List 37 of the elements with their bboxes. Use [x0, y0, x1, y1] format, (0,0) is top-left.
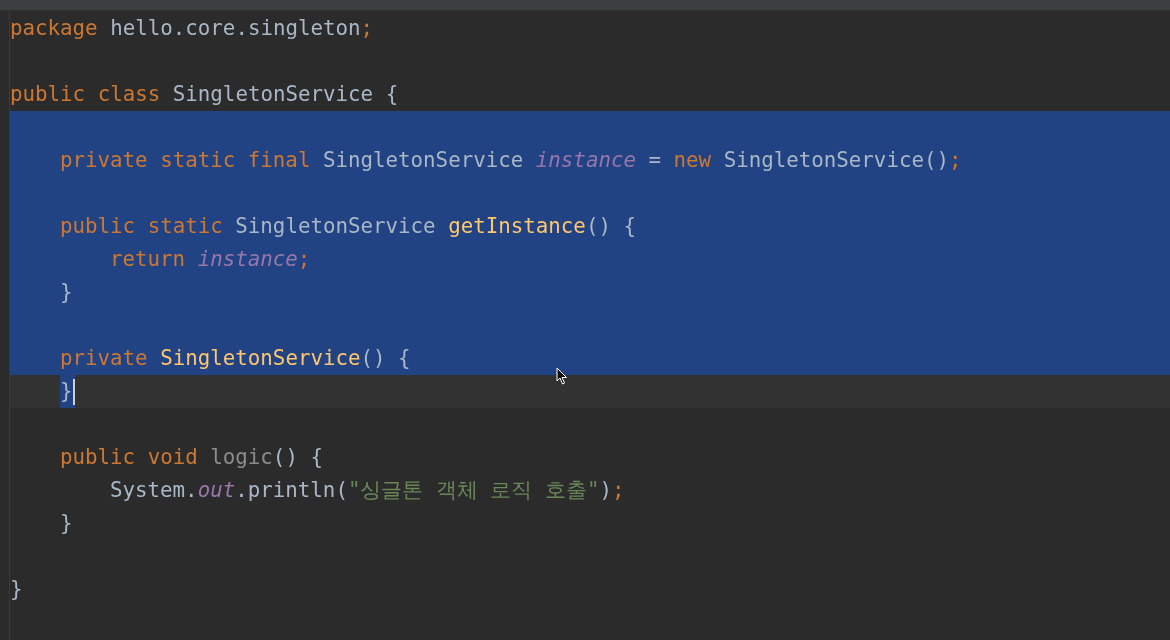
code-token: return — [110, 246, 187, 273]
code-token: } — [10, 576, 23, 603]
code-token: ; — [360, 15, 374, 42]
code-token: } — [60, 510, 73, 537]
code-token: instance — [197, 246, 298, 273]
mouse-pointer-icon — [556, 367, 568, 385]
code-token: } — [60, 279, 73, 306]
code-token: public class — [10, 81, 162, 108]
code-token: logic — [210, 444, 273, 471]
code-token: SingletonService { — [172, 81, 399, 108]
code-token: public static — [60, 213, 224, 240]
code-token: "싱글톤 객체 로직 호출" — [347, 477, 600, 504]
code-token: getInstance — [448, 213, 586, 240]
code-token: public void — [60, 444, 199, 471]
code-token: ) — [599, 477, 613, 504]
text-cursor — [72, 379, 75, 405]
code-token: new — [673, 147, 713, 174]
code-token: () { — [585, 213, 636, 240]
code-token: instance — [535, 147, 636, 174]
code-token: hello.core.singleton — [110, 15, 361, 42]
code-token: = — [647, 147, 662, 174]
code-token: SingletonService — [322, 147, 525, 174]
code-token: SingletonService — [235, 213, 437, 240]
code-token: ; — [949, 147, 962, 174]
code-token: out — [197, 477, 236, 504]
code-token: ; — [297, 246, 311, 273]
code-token: private — [60, 345, 149, 372]
code-token: .println( — [235, 477, 348, 504]
code-token: SingletonService() — [723, 147, 949, 174]
code-token: () { — [360, 345, 411, 372]
code-token: private static final — [60, 147, 312, 174]
code-token: System. — [110, 477, 198, 504]
code-token: ; — [612, 477, 625, 504]
code-token: package — [10, 15, 99, 42]
code-token: () { — [272, 444, 323, 471]
code-token: SingletonService — [160, 345, 361, 372]
code-token: } — [60, 378, 73, 405]
